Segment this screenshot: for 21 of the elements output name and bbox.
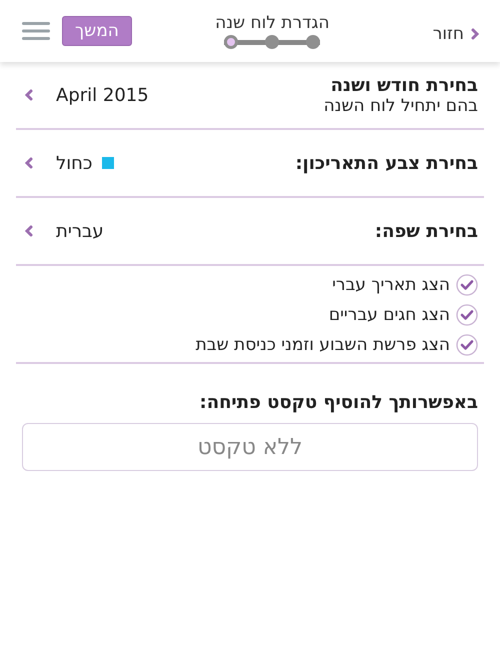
- language-value: עברית: [56, 220, 104, 242]
- menu-icon[interactable]: [22, 20, 50, 42]
- option-checkbox[interactable]: הצג תאריך עברי: [22, 274, 478, 296]
- row-title: בחירת חודש ושנה: [330, 74, 478, 96]
- color-value: כחול: [56, 152, 92, 174]
- row-title: בחירת צבע התאריכון:: [295, 152, 478, 174]
- month-value: April 2015: [56, 84, 149, 106]
- field-label: באפשרותך להוסיף טקסט פתיחה:: [198, 392, 478, 413]
- chevron-right-icon: [470, 27, 480, 41]
- row-subtitle: בהם יתחיל לוח השנה: [324, 96, 478, 116]
- language-row[interactable]: בחירת שפה: עברית: [16, 198, 484, 266]
- back-link[interactable]: חזור: [432, 18, 480, 44]
- row-title: בחירת שפה:: [374, 220, 478, 242]
- opening-text-field[interactable]: ללא טקסט: [22, 423, 478, 471]
- option-checkbox[interactable]: הצג פרשת השבוע וזמני כניסת שבת: [22, 334, 478, 356]
- page-title: הגדרת לוח שנה: [215, 13, 330, 33]
- option-checkbox[interactable]: הצג חגים עבריים: [22, 304, 478, 326]
- chevron-left-icon: [24, 156, 34, 170]
- color-row[interactable]: בחירת צבע התאריכון: כחול: [16, 130, 484, 198]
- chevron-left-icon: [24, 224, 34, 238]
- chevron-left-icon: [24, 88, 34, 102]
